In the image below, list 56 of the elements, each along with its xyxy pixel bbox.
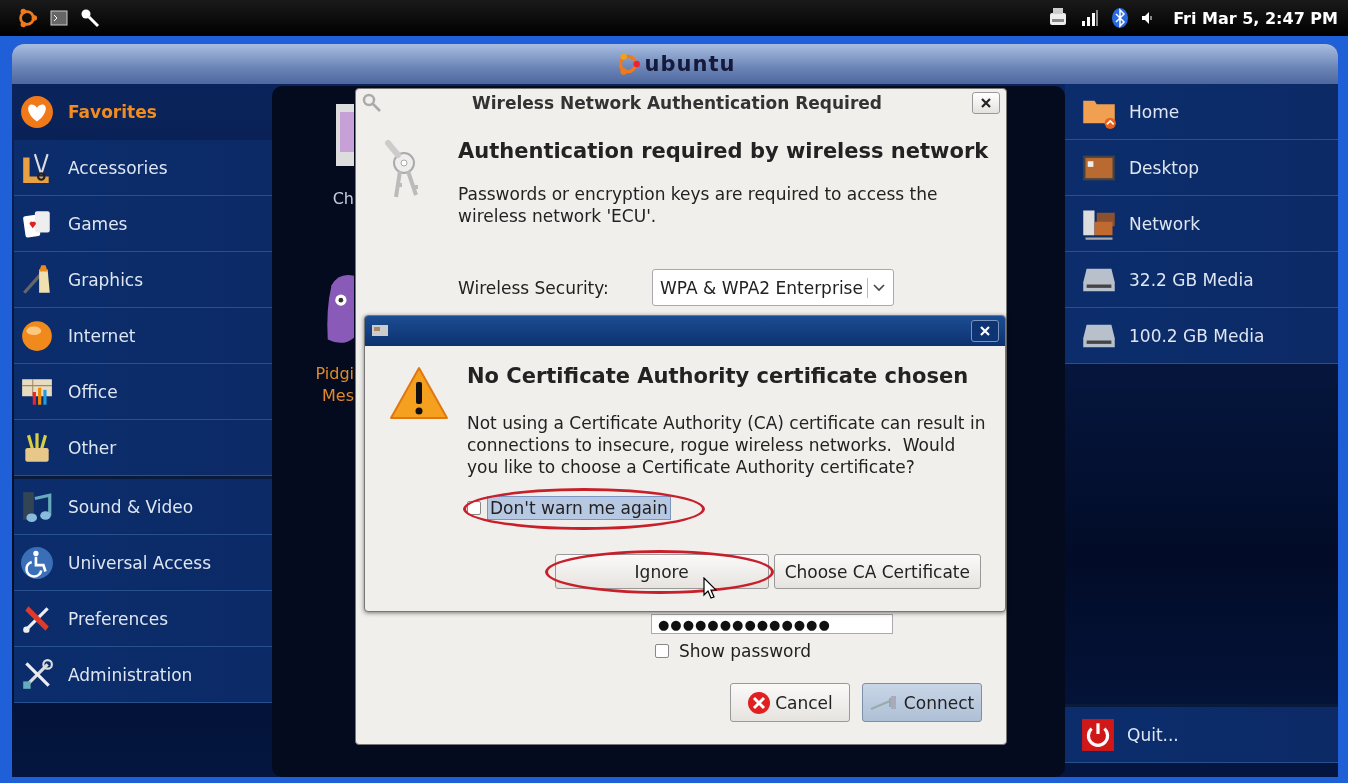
logo-icon [16, 7, 38, 29]
password-field[interactable]: ●●●●●●●●●●●●●● [651, 614, 893, 634]
place-item[interactable]: Desktop [1065, 140, 1338, 196]
dialog-message: Passwords or encryption keys are required to access the wireless network 'ECU'. [458, 183, 939, 227]
tools-icon [20, 657, 54, 692]
signal-bars-icon [1081, 9, 1100, 27]
category-item[interactable]: Graphics [14, 252, 272, 308]
category-item[interactable]: Accessories [14, 140, 272, 196]
terminal-icon [50, 10, 68, 26]
checkbox[interactable] [655, 644, 669, 658]
checkbox-label[interactable]: Show password [679, 640, 811, 662]
orb-icon [20, 318, 54, 353]
security-dropdown[interactable]: WPA & WPA2 Enterprise [652, 269, 894, 306]
power-icon [1081, 717, 1115, 752]
category-item[interactable]: Other [14, 420, 272, 476]
app-label[interactable]: Mes [322, 385, 354, 407]
close-icon [980, 326, 990, 336]
music-note-icon [20, 489, 54, 524]
cancel-button[interactable]: Cancel [730, 683, 850, 722]
category-item[interactable]: Office [14, 364, 272, 420]
category-item[interactable]: Internet [14, 308, 272, 364]
window-title: Wireless Network Authentication Required [471, 93, 883, 113]
logo-text: ubuntu [644, 52, 736, 76]
place-item[interactable]: 32.2 GB Media [1065, 252, 1338, 308]
chevron-down-icon [872, 283, 885, 292]
close-button[interactable] [971, 320, 999, 342]
place-item[interactable]: Home [1065, 84, 1338, 140]
warning-icon [389, 366, 449, 420]
checkbox-label[interactable]: Don't warn me again [487, 496, 671, 520]
category-item[interactable]: Sound & Video [14, 479, 272, 535]
mouse-pointer-icon [703, 577, 717, 599]
dialog-heading: Authentication required by wireless network [458, 139, 989, 164]
bluetooth-icon [1111, 7, 1130, 29]
connect-button[interactable]: Connect [862, 683, 982, 722]
app-label[interactable]: Pidgi [315, 363, 354, 385]
category-item[interactable]: Universal Access [14, 535, 272, 591]
ignore-button[interactable]: Ignore [554, 554, 769, 589]
wheelchair-icon [20, 545, 54, 580]
category-item[interactable]: Favorites [14, 84, 272, 140]
category-item[interactable]: Preferences [14, 591, 272, 647]
quit-item[interactable]: Quit... [1065, 707, 1338, 763]
place-item[interactable]: Network [1065, 196, 1338, 252]
category-item[interactable]: Administration [14, 647, 272, 703]
app-label[interactable]: Ch [332, 188, 354, 210]
choose-certificate-button[interactable]: Choose CA Certificate [773, 554, 981, 589]
category-item[interactable]: Games [14, 196, 272, 252]
close-icon [981, 98, 991, 108]
checkbox[interactable] [467, 501, 481, 515]
dialog-heading: No Certificate Authority certificate chosen [467, 364, 970, 389]
cancel-icon [747, 690, 772, 715]
window-icon [371, 323, 391, 339]
clock: Fri Mar 5, 2:47 PM [1173, 8, 1338, 28]
place-item[interactable]: 100.2 GB Media [1065, 308, 1338, 364]
dialog-message: Not using a Certificate Authority (CA) certificate can result in connections to insecure, rogue wireless networks. Would you like to choose a Certificate Authority certificate? [467, 412, 987, 478]
close-button[interactable] [972, 92, 1000, 114]
field-label: Wireless Security: [458, 277, 610, 298]
